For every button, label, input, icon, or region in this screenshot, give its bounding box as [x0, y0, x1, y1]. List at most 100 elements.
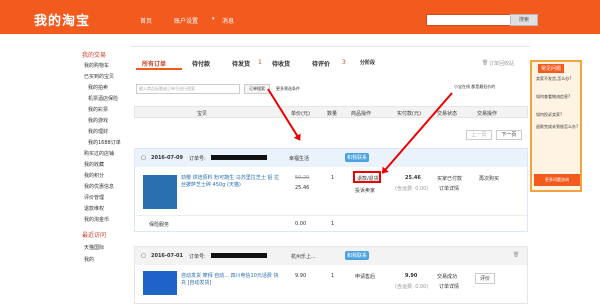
sidebar-heading-recent: 最近访问: [82, 232, 107, 239]
sidebar-item[interactable]: 我的拍卖: [88, 84, 108, 91]
tab-count: 1: [258, 59, 262, 66]
faq-panel: 常见问题 卖家不发货,怎么办? 如何查看物流信息? 如何投诉卖家? 退款完成未到…: [530, 60, 582, 192]
product-image[interactable]: [143, 175, 177, 209]
search-button[interactable]: 搜索: [510, 14, 538, 26]
col-status: 交易状态: [437, 111, 458, 117]
redacted-order-number: [211, 155, 267, 160]
faq-item[interactable]: 如何查看物流信息?: [536, 94, 580, 100]
order-no-label: 订单号:: [189, 156, 206, 162]
promo-hint: 小宝在线 都是最低价的: [454, 84, 496, 89]
top-header: 我的淘宝 首页 账户设置 ▾ 消息 搜索: [0, 0, 600, 34]
order-card: ▢ 2016-07-09 订单号: 幸福生活 和我联系 劲樱 烘焙原料 粉可蔬生…: [134, 148, 528, 232]
product-title[interactable]: 劲樱 烘焙原料 粉可蔬生 马苏里拉芝士 铝 拉丝披萨芝士碎 450g (天猫): [181, 175, 281, 189]
refund-return-link[interactable]: 退款/退货: [357, 175, 379, 182]
sidebar-item[interactable]: 我的积分: [84, 172, 104, 179]
sidebar-item[interactable]: 我的收藏: [84, 161, 104, 168]
chevron-down-icon: ▾: [212, 16, 215, 22]
sidebar-item[interactable]: 已买到的宝贝: [84, 73, 114, 80]
order-date: 2016-07-09: [151, 155, 183, 161]
logo[interactable]: 我的淘宝: [34, 10, 90, 29]
trash-icon: 🗑: [482, 60, 489, 66]
tab-count: 3: [342, 59, 346, 66]
sidebar-item[interactable]: 评价管理: [84, 194, 104, 201]
sidebar-item[interactable]: 退款维权: [84, 205, 104, 212]
more-questions-button[interactable]: 更多问题咨询: [534, 174, 580, 186]
shipping-fee: (含运费: 0.00): [395, 186, 429, 192]
col-qty: 数量: [327, 111, 338, 117]
after-sale-link[interactable]: 申请售后: [355, 273, 375, 280]
insurance-price: 0.00: [295, 221, 307, 227]
tab-staged[interactable]: 分阶段: [360, 59, 375, 66]
sidebar-item[interactable]: 我的购物车: [84, 62, 109, 69]
quantity: 1: [331, 175, 335, 181]
buy-again-link[interactable]: 再次购买: [479, 175, 499, 182]
review-button[interactable]: 评价: [475, 273, 496, 284]
product-image[interactable]: [143, 271, 177, 295]
redacted-order-number: [211, 253, 267, 258]
checkbox[interactable]: ▢: [141, 253, 146, 259]
checkbox[interactable]: ▢: [141, 155, 146, 161]
contact-seller-button[interactable]: 和我联系: [345, 251, 370, 260]
sidebar-item[interactable]: 我的1688订单: [88, 139, 121, 146]
col-action: 交易操作: [477, 111, 498, 117]
original-price: 50.29: [295, 175, 310, 181]
sidebar-item[interactable]: 天猫国际: [84, 244, 104, 251]
unit-price: 9.90: [295, 273, 307, 279]
contact-seller-button[interactable]: 和我联系: [345, 153, 370, 162]
shop-name[interactable]: 幸福生活: [289, 155, 309, 162]
sidebar-item[interactable]: 我的理财: [88, 128, 108, 135]
order-status: 买家已付款: [437, 176, 463, 182]
divider: [135, 215, 527, 216]
order-no-label: 订单号:: [189, 254, 206, 260]
sidebar-item[interactable]: 我的: [84, 256, 94, 263]
next-page-button[interactable]: 下一页: [496, 130, 522, 140]
product-title[interactable]: 自动发货 摩拜 自动... 四川电信10元话费 快充 [自动发货]: [181, 273, 281, 287]
sidebar-heading-trade: 我的交易: [82, 52, 107, 59]
col-op: 商品操作: [351, 111, 372, 117]
divider: [130, 46, 530, 47]
quantity: 1: [331, 273, 335, 279]
tab-all-orders[interactable]: 所有订单: [142, 59, 166, 68]
prev-page-button[interactable]: 上一页: [466, 130, 492, 140]
paid-amount: 9.90: [405, 273, 418, 279]
more-filters-link[interactable]: 更多筛选条件: [276, 86, 300, 92]
nav-messages[interactable]: 消息: [222, 16, 234, 25]
order-date: 2016-07-01: [151, 253, 183, 259]
insurance-service: 保险服务: [149, 222, 170, 228]
tab-pending-payment[interactable]: 待付款: [192, 59, 210, 68]
order-status: 交易成功: [437, 274, 458, 280]
col-item: 宝贝: [197, 111, 208, 117]
tab-pending-shipment[interactable]: 待发货: [232, 59, 250, 68]
tab-pending-receipt[interactable]: 待收货: [272, 59, 290, 68]
col-price: 单价(元): [291, 111, 310, 117]
sidebar-item[interactable]: 我的彩票: [88, 106, 108, 113]
insurance-qty: 1: [331, 221, 335, 227]
sidebar-item[interactable]: 我的游戏: [88, 117, 108, 124]
tab-pending-review[interactable]: 待评价: [312, 59, 330, 68]
faq-item[interactable]: 如何投诉卖家?: [536, 112, 580, 118]
delete-icon[interactable]: 🗑: [513, 252, 519, 258]
col-paid: 实付款(元): [397, 111, 421, 117]
unit-price: 25.46: [295, 185, 310, 191]
paid-amount: 25.46: [405, 175, 421, 181]
sidebar-item[interactable]: 我的优惠信息: [84, 183, 114, 190]
sidebar-item[interactable]: 我的淘金币: [84, 216, 109, 223]
order-card: ▢ 2016-07-01 订单号: 杭州乐上... 和我联系 🗑 自动发货 摩拜…: [134, 246, 528, 304]
nav-home[interactable]: 首页: [140, 16, 152, 25]
order-header: ▢ 2016-07-01 订单号: 杭州乐上... 和我联系 🗑: [135, 247, 527, 265]
complain-seller-link[interactable]: 投诉卖家: [355, 187, 375, 194]
order-search-input[interactable]: 输入商品标题或订单号进行搜索: [136, 84, 240, 94]
faq-item[interactable]: 卖家不发货,怎么办?: [536, 76, 580, 82]
shop-name[interactable]: 杭州乐上...: [291, 253, 316, 260]
order-detail-link[interactable]: 订单详情: [439, 283, 459, 290]
sidebar: 我的交易 我的购物车 已买到的宝贝 我的拍卖 机票酒店保险 我的彩票 我的游戏 …: [0, 34, 128, 304]
nav-account-settings[interactable]: 账户设置: [174, 16, 198, 25]
sidebar-item[interactable]: 机票酒店保险: [88, 95, 118, 102]
faq-item[interactable]: 退款完成未到账怎么办?: [536, 124, 580, 130]
shipping-fee: (含运费: 0.00): [395, 284, 429, 290]
order-header: ▢ 2016-07-09 订单号: 幸福生活 和我联系: [135, 149, 527, 167]
recycle-bin-link[interactable]: 订单回收站: [489, 60, 514, 67]
order-detail-link[interactable]: 订单详情: [439, 185, 459, 192]
faq-title: 常见问题: [538, 64, 565, 73]
sidebar-item[interactable]: 购买过的店铺: [84, 150, 114, 157]
